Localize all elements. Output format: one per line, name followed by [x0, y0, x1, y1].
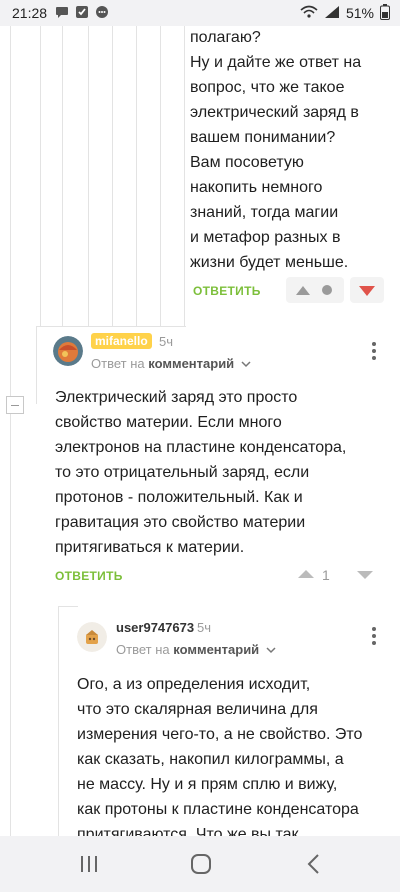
thread-line	[160, 26, 161, 326]
thread-line	[10, 26, 11, 326]
comment-body: Ого, а из определения исходит, что это с…	[77, 676, 363, 836]
reply-to-link[interactable]: Ответ на комментарий	[116, 642, 276, 657]
username[interactable]: user9747673	[116, 620, 194, 635]
back-icon[interactable]	[306, 853, 320, 880]
reply-to-link[interactable]: Ответ на комментарий	[91, 356, 251, 371]
thread-line	[40, 26, 41, 326]
chevron-down-icon	[241, 356, 251, 371]
thread-line	[62, 26, 63, 326]
collapse-thread-button[interactable]	[6, 396, 24, 414]
thread-divider	[58, 606, 78, 607]
recent-apps-icon[interactable]	[80, 854, 98, 879]
upvote-icon[interactable]	[296, 286, 310, 295]
status-bar: 21:28 51%	[0, 0, 400, 26]
thread-line	[36, 326, 37, 404]
avatar[interactable]	[53, 336, 83, 366]
upvote-icon[interactable]	[298, 570, 314, 578]
comment-time: 5ч	[159, 334, 174, 349]
thread-divider	[36, 326, 186, 327]
reply-button[interactable]: ОТВЕТИТЬ	[193, 284, 261, 298]
thread-line	[88, 26, 89, 326]
system-nav-bar	[0, 836, 400, 892]
status-time: 21:28	[12, 5, 48, 21]
battery-icon	[380, 3, 390, 23]
thread-line	[184, 26, 185, 326]
rating-dot	[322, 285, 332, 295]
rating-value: 1	[322, 567, 330, 583]
comment-body: Электрический заряд это просто свойство …	[55, 389, 347, 556]
signal-icon	[324, 5, 340, 22]
message-icon	[55, 5, 69, 21]
check-icon	[75, 5, 89, 22]
more-menu-icon[interactable]	[372, 342, 376, 363]
more-menu-icon[interactable]	[372, 627, 376, 648]
thread-line	[112, 26, 113, 326]
comment-time: 5ч	[197, 620, 212, 635]
username[interactable]: mifanello	[91, 333, 152, 349]
chevron-down-icon	[266, 642, 276, 657]
chat-icon	[95, 5, 109, 22]
wifi-icon	[300, 5, 318, 22]
thread-line	[136, 26, 137, 326]
downvote-icon[interactable]	[357, 571, 373, 579]
downvote-icon[interactable]	[359, 286, 375, 296]
comment-body: полагаю? Ну и дайте же ответ на вопрос, …	[190, 29, 362, 271]
downvote-box[interactable]	[350, 277, 384, 303]
home-icon[interactable]	[190, 853, 212, 880]
reply-button[interactable]: ОТВЕТИТЬ	[55, 569, 123, 583]
battery-percent: 51%	[345, 5, 374, 21]
avatar[interactable]	[77, 622, 107, 652]
thread-line	[58, 606, 59, 836]
vote-box	[286, 277, 344, 303]
